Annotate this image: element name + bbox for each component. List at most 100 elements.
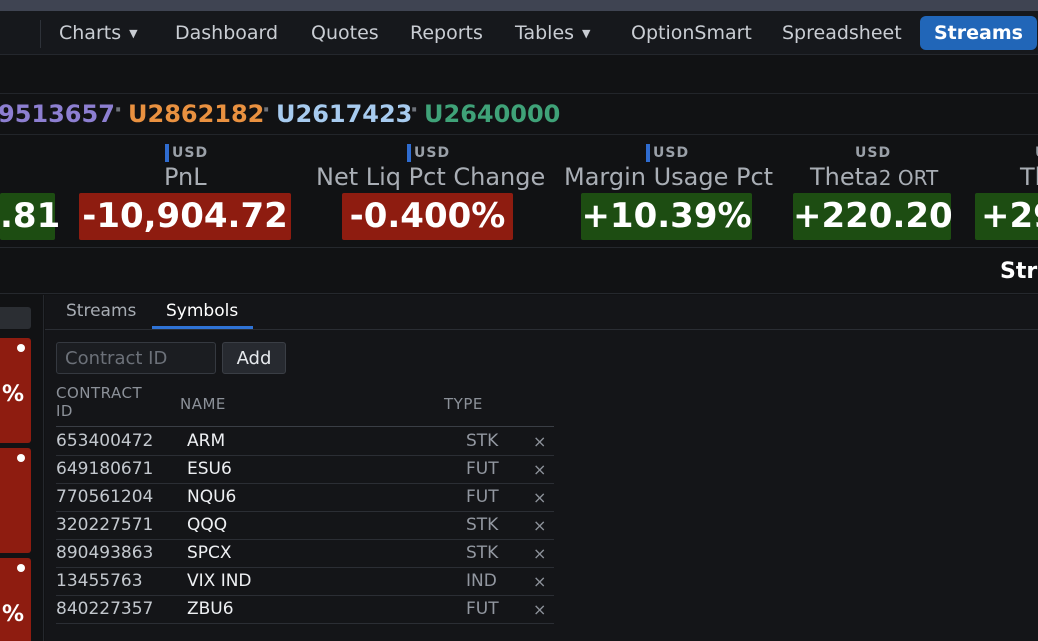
metric-card[interactable]: U Th +29 <box>975 136 1038 248</box>
account-separator: · <box>114 98 123 123</box>
remove-icon[interactable]: × <box>533 456 546 483</box>
table-row[interactable]: 13455763 VIX IND IND × <box>56 568 554 596</box>
nav-charts[interactable]: Charts ▼ <box>59 11 138 55</box>
cell-type: FUT <box>466 459 499 479</box>
status-dot <box>17 454 25 462</box>
cell-contract-id: 653400472 <box>56 431 154 451</box>
chevron-down-icon: ▼ <box>582 27 591 40</box>
metric-label: PnL <box>164 163 207 191</box>
account-id[interactable]: U2640000 <box>424 100 560 128</box>
table-row[interactable]: 653400472 ARM STK × <box>56 428 554 456</box>
remove-icon[interactable]: × <box>533 512 546 539</box>
remove-icon[interactable]: × <box>533 484 546 511</box>
table-row[interactable]: 840227357 ZBU6 FUT × <box>56 596 554 624</box>
remove-icon[interactable]: × <box>533 568 546 595</box>
metric-currency: USD <box>414 145 451 161</box>
table-row[interactable]: 320227571 QQQ STK × <box>56 512 554 540</box>
left-card-column: % % <box>0 295 44 641</box>
nav-charts-label: Charts <box>59 22 122 44</box>
left-card[interactable] <box>0 448 31 553</box>
left-card-value: % <box>2 602 25 627</box>
panel-tabs: Streams Symbols <box>45 295 1038 330</box>
currency-marker <box>165 144 169 162</box>
account-separator: · <box>262 98 271 123</box>
account-separator: · <box>410 98 419 123</box>
remove-icon[interactable]: × <box>533 428 546 455</box>
section-header-band: Str <box>0 249 1038 294</box>
nav-quotes[interactable]: Quotes <box>311 11 379 55</box>
cell-contract-id: 840227357 <box>56 599 154 619</box>
cell-name: ESU6 <box>187 459 232 479</box>
column-header-name[interactable]: NAME <box>180 395 226 413</box>
cell-type: FUT <box>466 599 499 619</box>
metric-currency: USD <box>855 145 892 161</box>
remove-icon[interactable]: × <box>533 540 546 567</box>
status-dot <box>17 564 25 572</box>
cell-name: ZBU6 <box>187 599 234 619</box>
tab-streams[interactable]: Streams <box>66 301 136 321</box>
nav-reports[interactable]: Reports <box>410 11 483 55</box>
nav-tables[interactable]: Tables ▼ <box>515 11 591 55</box>
metrics-strip: .81 USD PnL -10,904.72 USD Net Liq Pct C… <box>0 136 1038 248</box>
nav-dashboard[interactable]: Dashboard <box>175 11 278 55</box>
cell-name: VIX IND <box>187 571 252 591</box>
currency-marker <box>646 144 650 162</box>
metric-label: Margin Usage Pct <box>564 163 774 191</box>
left-card-header <box>0 307 31 329</box>
cell-type: STK <box>466 543 499 563</box>
account-id[interactable]: U2862182 <box>128 100 264 128</box>
column-header-type[interactable]: TYPE <box>444 395 483 413</box>
toolbar-band <box>0 56 1038 94</box>
cell-name: SPCX <box>187 543 232 563</box>
column-header-contract-id[interactable]: CONTRACT ID <box>56 384 142 420</box>
cell-contract-id: 770561204 <box>56 487 154 507</box>
table-row[interactable]: 649180671 ESU6 FUT × <box>56 456 554 484</box>
cell-contract-id: 890493863 <box>56 543 154 563</box>
nav-streams-active[interactable]: Streams <box>920 16 1037 50</box>
metric-card[interactable]: .81 <box>0 136 60 248</box>
table-row[interactable]: 770561204 NQU6 FUT × <box>56 484 554 512</box>
tab-symbols[interactable]: Symbols <box>166 301 238 321</box>
account-id[interactable]: U2617423 <box>276 100 412 128</box>
table-row[interactable]: 890493863 SPCX STK × <box>56 540 554 568</box>
remove-icon[interactable]: × <box>533 596 546 623</box>
cell-name: NQU6 <box>187 487 237 507</box>
cell-name: ARM <box>187 431 226 451</box>
currency-marker <box>407 144 411 162</box>
contract-id-input[interactable] <box>56 342 216 374</box>
metric-card[interactable]: USD Margin Usage Pct +10.39% <box>564 136 774 248</box>
cell-type: IND <box>466 571 497 591</box>
metric-currency: USD <box>653 145 690 161</box>
left-card[interactable]: % <box>0 338 31 443</box>
metric-card[interactable]: USD PnL -10,904.72 <box>79 136 291 248</box>
left-card-value: % <box>2 382 25 407</box>
column-header-text: ID <box>56 402 73 420</box>
metric-card[interactable]: USD Net Liq Pct Change -0.400% <box>316 136 545 248</box>
cell-type: STK <box>466 515 499 535</box>
metric-currency: USD <box>172 145 209 161</box>
metric-value: +220.20 <box>793 193 953 240</box>
chevron-down-icon: ▼ <box>129 27 138 40</box>
account-id[interactable]: 9513657 <box>0 100 115 128</box>
nav-spreadsheet[interactable]: Spreadsheet <box>782 11 902 55</box>
left-card[interactable]: % <box>0 558 31 641</box>
nav-optionsmart[interactable]: OptionSmart <box>631 11 752 55</box>
metric-label-main: Theta <box>810 163 879 191</box>
status-dot <box>17 344 25 352</box>
add-button[interactable]: Add <box>222 342 286 374</box>
column-header-text: CONTRACT <box>56 384 143 402</box>
cell-name: QQQ <box>187 515 228 535</box>
metric-label: Net Liq Pct Change <box>316 163 546 191</box>
metric-card[interactable]: USD Theta2 ORT +220.20 <box>793 136 953 248</box>
metric-label: Theta2 ORT <box>810 163 938 191</box>
metric-value: -10,904.72 <box>79 193 291 240</box>
streams-panel: Streams Symbols Add CONTRACT ID NAME TYP… <box>45 295 1038 641</box>
cell-type: FUT <box>466 487 499 507</box>
metric-value: +10.39% <box>581 193 752 240</box>
cell-contract-id: 13455763 <box>56 571 143 591</box>
metric-value: +29 <box>975 193 1038 240</box>
section-title: Str <box>1000 259 1038 284</box>
nav-divider <box>40 20 41 48</box>
account-list: 9513657 · U2862182 · U2617423 · U2640000 <box>0 95 1038 135</box>
cell-contract-id: 320227571 <box>56 515 154 535</box>
